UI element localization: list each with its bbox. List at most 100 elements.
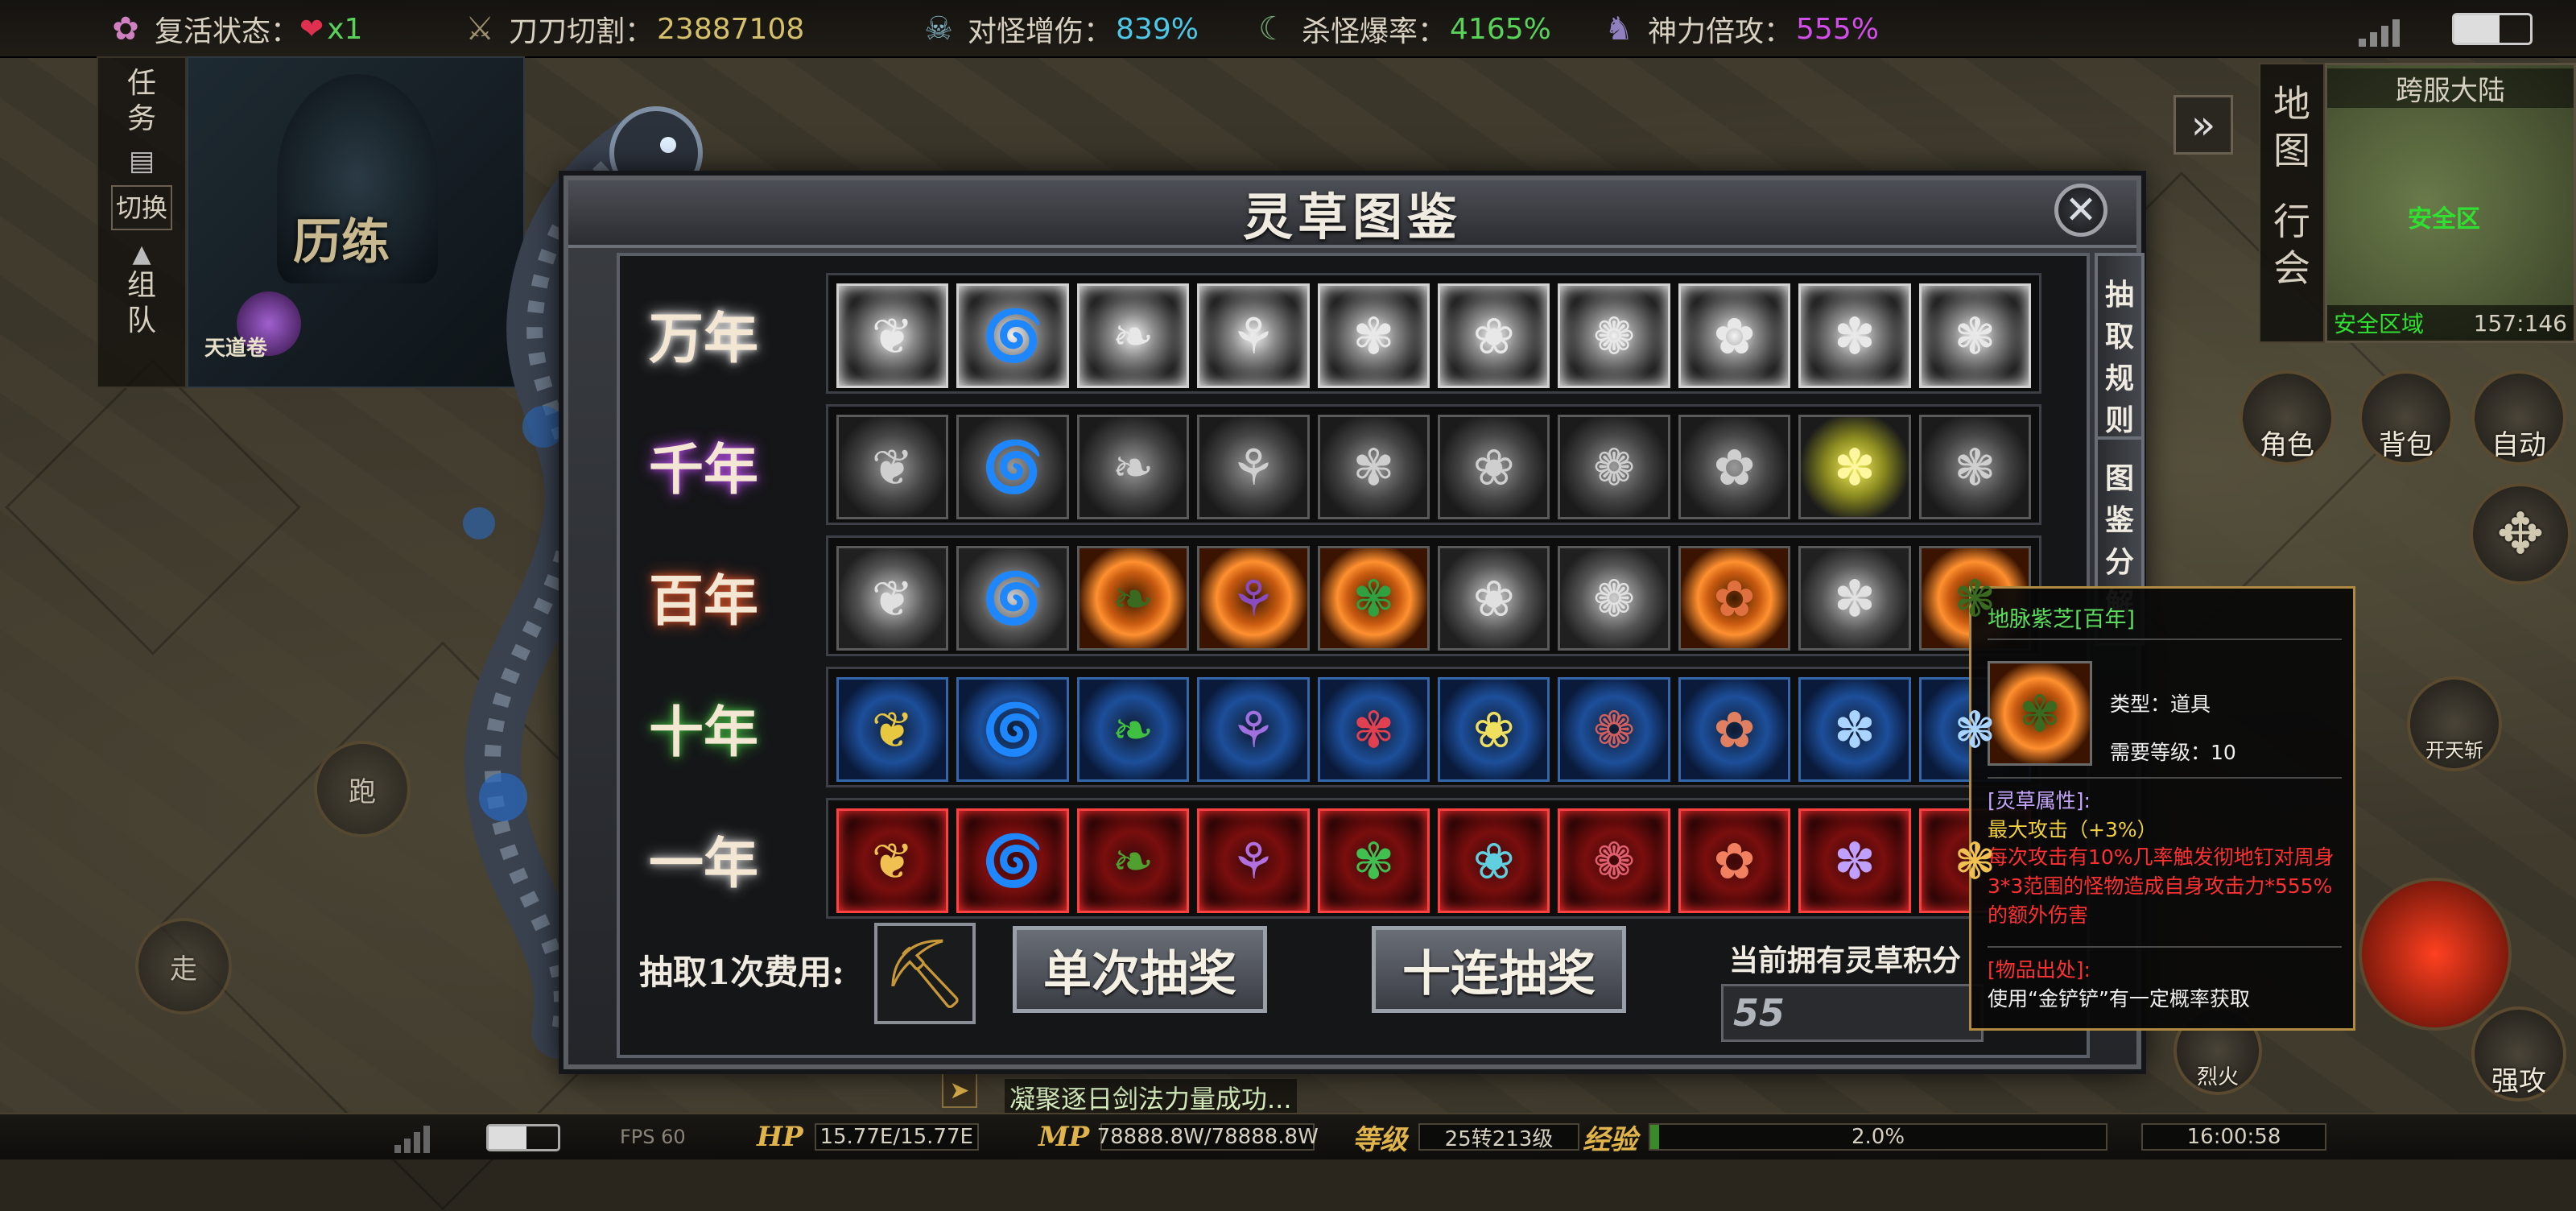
herb-slot[interactable]: ❦ bbox=[836, 283, 949, 388]
drop-rate-value: 4165% bbox=[1450, 12, 1551, 46]
herb-slot[interactable]: ⚘ bbox=[1197, 415, 1310, 519]
herb-slot[interactable]: ❧ bbox=[1076, 415, 1190, 519]
herb-slot[interactable]: ❀ bbox=[1438, 415, 1550, 519]
tab-map[interactable]: 地 图 bbox=[2273, 81, 2310, 174]
fire-label: 烈火 bbox=[2196, 1064, 2239, 1089]
herb-slot[interactable]: ✿ bbox=[1678, 415, 1791, 519]
herb-slot[interactable]: ❁ bbox=[1558, 677, 1670, 782]
herb-slot[interactable]: ✾ bbox=[1317, 677, 1430, 782]
herb-slot[interactable]: ✽ bbox=[1798, 283, 1911, 388]
herb-slot[interactable]: ❦ bbox=[836, 808, 949, 913]
herb-points-value: 55 bbox=[1721, 984, 1984, 1042]
herb-slot[interactable]: ⚘ bbox=[1197, 808, 1310, 913]
hp-value: 15.77E/15.77E bbox=[814, 1123, 979, 1151]
mp-value: 78888.8W/78888.8W bbox=[1096, 1123, 1319, 1151]
quest-tab-char: 务 bbox=[126, 102, 156, 135]
chat-arrow-icon[interactable]: ➤ bbox=[942, 1073, 977, 1108]
herb-slot[interactable]: ❧ bbox=[1076, 546, 1190, 651]
herb-slot[interactable]: ❁ bbox=[1558, 546, 1670, 651]
herb-slot[interactable]: ❁ bbox=[1558, 808, 1670, 913]
herb-slot[interactable]: 🌀 bbox=[956, 546, 1069, 651]
run-button[interactable]: 跑 bbox=[314, 741, 411, 837]
herb-slot[interactable]: ✾ bbox=[1317, 546, 1430, 651]
lavender-herb-icon: ⚘ bbox=[1231, 700, 1276, 759]
sprout-herb-icon: ❧ bbox=[1112, 437, 1154, 497]
tab-draw-rules[interactable]: 抽 取 规 则 bbox=[2095, 253, 2145, 462]
fungus-herb-icon: ✿ bbox=[1713, 306, 1756, 366]
herb-slot[interactable]: ❦ bbox=[836, 677, 949, 782]
switch-button[interactable]: 切换 bbox=[110, 185, 172, 230]
ten-draw-button[interactable]: 十连抽奖 bbox=[1372, 926, 1626, 1013]
tab-guild[interactable]: 行 会 bbox=[2273, 198, 2310, 291]
herb-slot[interactable]: 🌀 bbox=[956, 677, 1069, 782]
training-label: 历练 bbox=[293, 214, 390, 271]
herb-slot[interactable]: ❀ bbox=[1438, 808, 1550, 913]
herb-slot[interactable]: ❀ bbox=[1438, 283, 1550, 388]
herb-slot[interactable]: ❧ bbox=[1076, 808, 1190, 913]
herb-attributes-header: [灵草属性]: bbox=[1988, 789, 2091, 812]
attack-button[interactable]: 强攻 bbox=[2471, 1006, 2566, 1101]
walk-button[interactable]: 走 bbox=[135, 918, 232, 1015]
herb-slot[interactable]: ❧ bbox=[1076, 677, 1190, 782]
herb-slot[interactable]: 🌀 bbox=[956, 283, 1069, 388]
herb-slot[interactable]: ✾ bbox=[1317, 808, 1430, 913]
mp-group: MP 78888.8W/78888.8W bbox=[1038, 1121, 1319, 1153]
sprout-herb-icon: ❧ bbox=[1112, 568, 1154, 628]
revive-label: 复活状态： bbox=[155, 15, 300, 48]
herb-slot[interactable]: ❃ bbox=[1918, 415, 2032, 519]
mushroom-herb-icon: ❁ bbox=[1593, 306, 1636, 366]
skill-sky-slash-button[interactable]: 开天斩 bbox=[2407, 676, 2502, 771]
herb-slot[interactable]: ✽ bbox=[1798, 546, 1911, 651]
character-button[interactable]: 角色 bbox=[2240, 370, 2334, 465]
herb-slot[interactable]: ✽ bbox=[1798, 808, 1911, 913]
herb-slot[interactable]: ⚘ bbox=[1197, 283, 1310, 388]
herb-slot[interactable]: ⚘ bbox=[1197, 546, 1310, 651]
mushroom-herb-icon: ❁ bbox=[1593, 568, 1636, 628]
herb-slot[interactable]: ✿ bbox=[1678, 677, 1791, 782]
signal-icon bbox=[394, 1122, 435, 1153]
herb-slot[interactable]: ❧ bbox=[1076, 283, 1190, 388]
mushroom-herb-icon: ❁ bbox=[1593, 437, 1636, 497]
team-tab-char: 队 bbox=[126, 304, 156, 337]
tab-team[interactable]: 组 队 bbox=[127, 268, 156, 339]
fire-skill-button[interactable] bbox=[2359, 878, 2512, 1031]
pickaxe-icon[interactable]: ⛏ bbox=[874, 923, 976, 1024]
herb-slot[interactable]: 🌀 bbox=[956, 415, 1069, 519]
single-draw-button[interactable]: 单次抽奖 bbox=[1013, 926, 1267, 1013]
fungus-herb-icon: ✿ bbox=[1713, 568, 1756, 628]
collapse-arrow-icon[interactable]: » bbox=[2174, 95, 2233, 155]
herb-slot[interactable]: ❃ bbox=[1918, 283, 2032, 388]
drop-rate-stat: ☾ 杀怪爆率： 4165% bbox=[1252, 8, 1551, 50]
herb-slot[interactable]: ❦ bbox=[836, 415, 949, 519]
quest-side-tabs: 任 务 ▤ 切换 ▲ 组 队 bbox=[97, 56, 187, 388]
herb-slot[interactable]: ❀ bbox=[1438, 546, 1550, 651]
herb-slot[interactable]: ❁ bbox=[1558, 283, 1670, 388]
tab-quest[interactable]: 任 务 bbox=[127, 66, 156, 137]
triangle-icon: ▲ bbox=[132, 240, 151, 268]
herb-slot[interactable]: ✽ bbox=[1798, 677, 1911, 782]
herb-slot[interactable]: ✽ bbox=[1798, 415, 1911, 519]
scythe-icon: ☾ bbox=[1258, 10, 1287, 48]
herb-slot[interactable]: 🌀 bbox=[956, 808, 1069, 913]
herb-slot[interactable]: ✾ bbox=[1317, 283, 1430, 388]
chat-message: 凝聚逐日剑法力量成功... bbox=[1005, 1079, 1297, 1116]
herb-item-icon: ✾ bbox=[1988, 661, 2092, 766]
rules-tab-char: 则 bbox=[2104, 403, 2134, 437]
herb-slot[interactable]: ✿ bbox=[1678, 808, 1791, 913]
divine-attack-stat: ♞ 神力倍攻： 555% bbox=[1598, 8, 1879, 50]
close-button[interactable]: ✕ bbox=[2054, 184, 2107, 237]
auto-button[interactable]: 自动 bbox=[2471, 370, 2566, 465]
bag-button[interactable]: 背包 bbox=[2359, 370, 2454, 465]
herb-slot[interactable]: ⚘ bbox=[1197, 677, 1310, 782]
minimap[interactable]: 跨服大陆 安全区 安全区域 157:146 bbox=[2325, 63, 2576, 343]
item-name: 地脉紫芝[百年] bbox=[1988, 607, 2136, 632]
map-tab-char: 图 bbox=[2273, 129, 2310, 172]
herb-slot[interactable]: ❁ bbox=[1558, 415, 1670, 519]
herb-slot[interactable]: ✿ bbox=[1678, 546, 1791, 651]
herb-slot[interactable]: ❀ bbox=[1438, 677, 1550, 782]
move-pad-icon[interactable]: ✥ bbox=[2470, 483, 2571, 585]
herb-slot[interactable]: ❦ bbox=[836, 546, 949, 651]
herb-slot[interactable]: ✿ bbox=[1678, 283, 1791, 388]
lotus-herb-icon: ❀ bbox=[1472, 437, 1515, 497]
herb-slot[interactable]: ✾ bbox=[1317, 415, 1430, 519]
